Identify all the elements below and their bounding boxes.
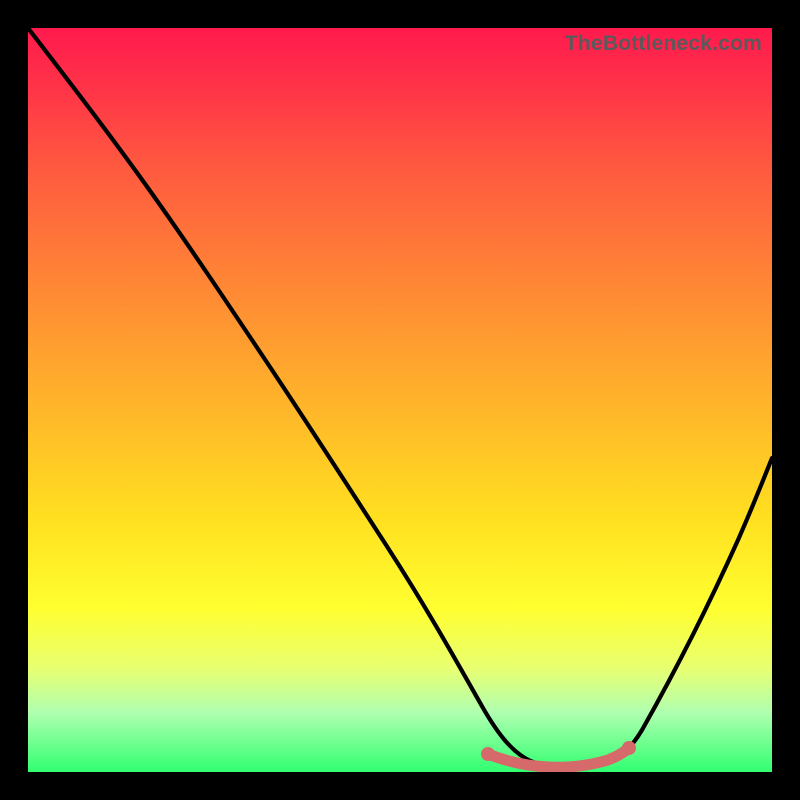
watermark-text: TheBottleneck.com	[565, 32, 762, 56]
flat-segment-end-dot	[622, 741, 636, 755]
flat-segment-start-dot	[481, 747, 495, 761]
bottleneck-curve	[28, 28, 772, 772]
flat-segment-highlight	[488, 748, 629, 767]
curve-path	[28, 28, 772, 767]
plot-area: TheBottleneck.com	[28, 28, 772, 772]
chart-frame: TheBottleneck.com	[0, 0, 800, 800]
